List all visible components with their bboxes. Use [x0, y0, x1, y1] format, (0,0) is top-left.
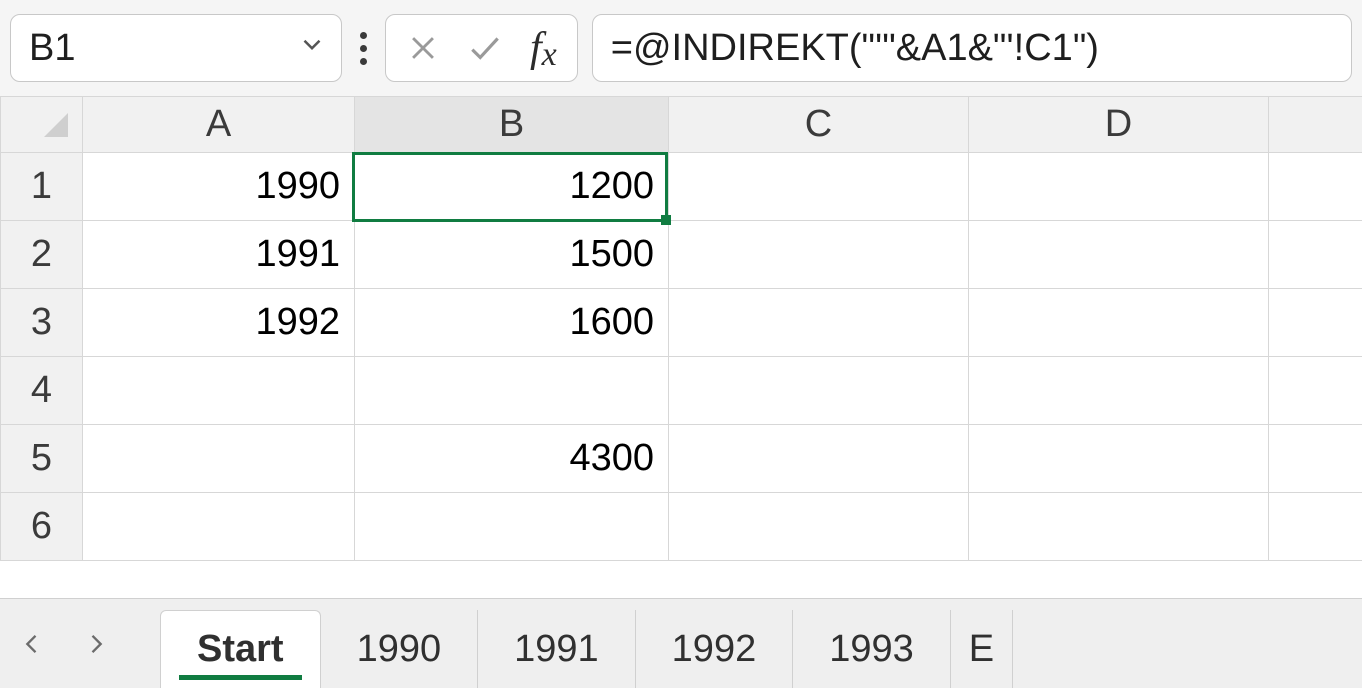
cell-D3[interactable]: [969, 289, 1269, 357]
vertical-dots-icon[interactable]: [356, 32, 371, 65]
cell-B6[interactable]: [355, 493, 669, 561]
sheet-tab-overflow[interactable]: E: [951, 610, 1013, 688]
cell-C5[interactable]: [669, 425, 969, 493]
cell-D1[interactable]: [969, 153, 1269, 221]
cell-D2[interactable]: [969, 221, 1269, 289]
cell-A3[interactable]: 1992: [83, 289, 355, 357]
cell-C2[interactable]: [669, 221, 969, 289]
sheet-tab-1992[interactable]: 1992: [636, 610, 794, 688]
sheet-tabs: Start 1990 1991 1992 1993 E: [160, 599, 1013, 688]
cancel-icon[interactable]: [406, 31, 440, 65]
accept-icon[interactable]: [466, 29, 504, 67]
sheet-tab-1993[interactable]: 1993: [793, 610, 951, 688]
table-row: 1 1990 1200: [1, 153, 1362, 221]
sheet-tab-1990[interactable]: 1990: [321, 610, 479, 688]
cell-B5[interactable]: 4300: [355, 425, 669, 493]
sheet-tab-start[interactable]: Start: [160, 610, 321, 688]
cell-B2[interactable]: 1500: [355, 221, 669, 289]
table-row: 3 1992 1600: [1, 289, 1362, 357]
cell-E1[interactable]: [1269, 153, 1362, 221]
column-header-A[interactable]: A: [83, 97, 355, 153]
sheet-prev-icon[interactable]: [18, 630, 46, 658]
row-header-4[interactable]: 4: [1, 357, 83, 425]
cell-A5[interactable]: [83, 425, 355, 493]
cell-E2[interactable]: [1269, 221, 1362, 289]
table-row: 5 4300: [1, 425, 1362, 493]
cell-D6[interactable]: [969, 493, 1269, 561]
formula-input[interactable]: =@INDIREKT("'"&A1&"'!C1"): [592, 14, 1352, 82]
column-header-D[interactable]: D: [969, 97, 1269, 153]
cell-E3[interactable]: [1269, 289, 1362, 357]
column-header-B[interactable]: B: [355, 97, 669, 153]
cell-D4[interactable]: [969, 357, 1269, 425]
chevron-down-icon[interactable]: [297, 27, 327, 70]
cell-A1[interactable]: 1990: [83, 153, 355, 221]
cell-C3[interactable]: [669, 289, 969, 357]
grid-table: A B C D 1 1990 1200 2 1991 1500: [0, 96, 1362, 561]
cell-A4[interactable]: [83, 357, 355, 425]
cell-E4[interactable]: [1269, 357, 1362, 425]
cell-A6[interactable]: [83, 493, 355, 561]
cell-A2[interactable]: 1991: [83, 221, 355, 289]
sheet-tab-1991[interactable]: 1991: [478, 610, 636, 688]
cell-C1[interactable]: [669, 153, 969, 221]
name-box[interactable]: B1: [10, 14, 342, 82]
name-box-value: B1: [29, 27, 75, 70]
cell-B4[interactable]: [355, 357, 669, 425]
table-row: 6: [1, 493, 1362, 561]
row-header-2[interactable]: 2: [1, 221, 83, 289]
formula-bar: B1 fx =@INDIREKT("'"&A1&"'!C1"): [0, 0, 1362, 96]
select-all-corner[interactable]: [1, 97, 83, 153]
cell-C6[interactable]: [669, 493, 969, 561]
column-header-partial[interactable]: [1269, 97, 1362, 153]
row-header-1[interactable]: 1: [1, 153, 83, 221]
spreadsheet-grid: A B C D 1 1990 1200 2 1991 1500: [0, 96, 1362, 598]
sheet-tab-bar: Start 1990 1991 1992 1993 E: [0, 598, 1362, 688]
column-header-C[interactable]: C: [669, 97, 969, 153]
row-header-5[interactable]: 5: [1, 425, 83, 493]
cell-B3[interactable]: 1600: [355, 289, 669, 357]
cell-D5[interactable]: [969, 425, 1269, 493]
row-header-6[interactable]: 6: [1, 493, 83, 561]
formula-actions: fx: [385, 14, 578, 82]
cell-B1[interactable]: 1200: [355, 153, 669, 221]
cell-C4[interactable]: [669, 357, 969, 425]
formula-text: =@INDIREKT("'"&A1&"'!C1"): [611, 27, 1099, 70]
sheet-nav: [18, 630, 150, 658]
row-header-3[interactable]: 3: [1, 289, 83, 357]
table-row: 2 1991 1500: [1, 221, 1362, 289]
sheet-next-icon[interactable]: [82, 630, 110, 658]
table-row: 4: [1, 357, 1362, 425]
cell-E5[interactable]: [1269, 425, 1362, 493]
cell-E6[interactable]: [1269, 493, 1362, 561]
fx-icon[interactable]: fx: [530, 24, 557, 72]
